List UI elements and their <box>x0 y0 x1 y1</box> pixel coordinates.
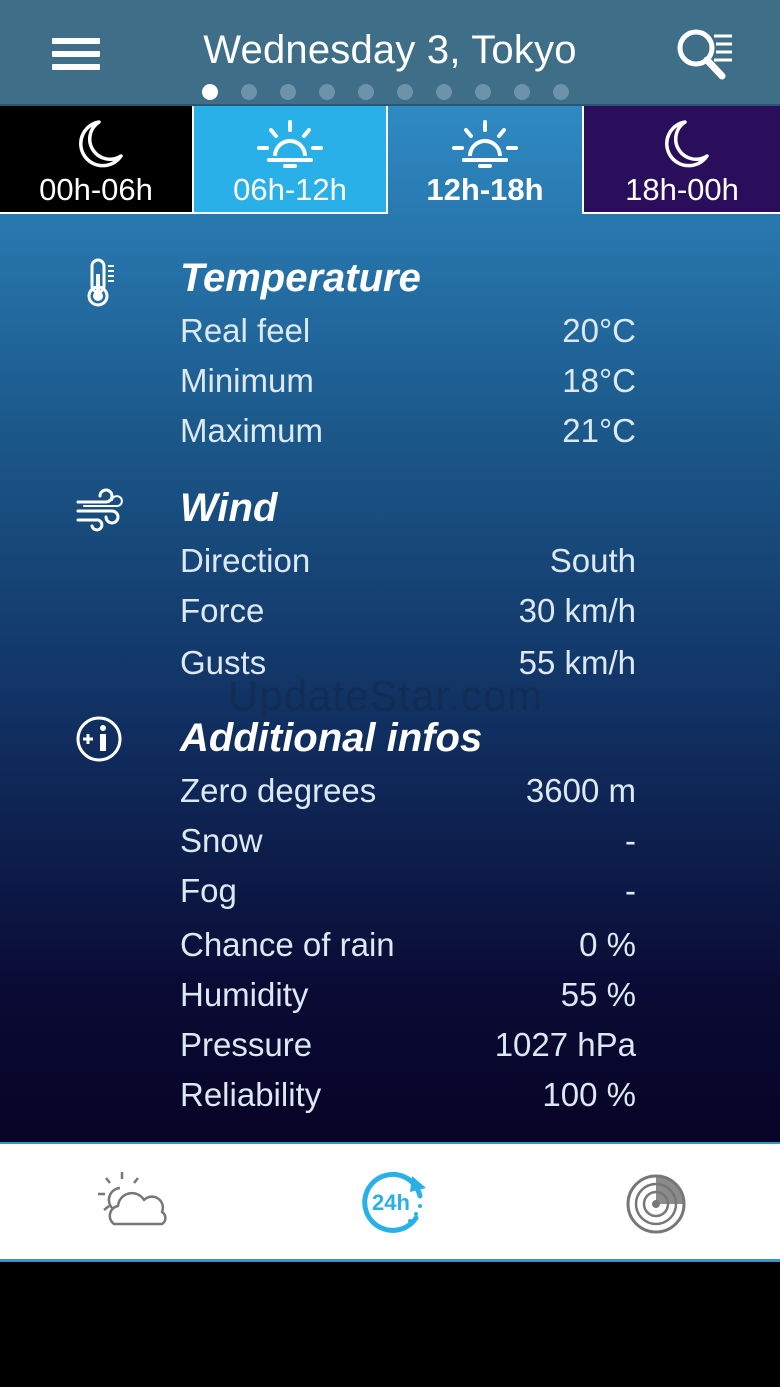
header-bar: Wednesday 3, Tokyo <box>0 0 780 106</box>
list-item: Pressure 1027 hPa <box>180 1026 636 1076</box>
page-dot[interactable] <box>358 84 374 100</box>
24h-nav-button[interactable]: 24h <box>354 1166 434 1238</box>
tab-06h-12h[interactable]: 06h-12h <box>194 106 388 214</box>
list-item: Maximum 21°C <box>180 412 636 462</box>
underline-segment <box>0 212 388 214</box>
row-value: 100 % <box>542 1076 636 1113</box>
tab-18h-00h[interactable]: 18h-00h <box>584 106 780 214</box>
menu-button[interactable] <box>52 34 104 74</box>
row-label: Fog <box>180 872 237 909</box>
row-value: - <box>625 872 636 909</box>
tabs-underline <box>0 212 780 214</box>
row-label: Chance of rain <box>180 926 395 963</box>
row-label: Direction <box>180 542 311 579</box>
page-indicator <box>0 84 780 100</box>
radar-nav-button[interactable] <box>616 1166 696 1238</box>
list-item: Chance of rain 0 % <box>180 926 636 976</box>
list-item: Force 30 km/h <box>180 592 636 642</box>
forecast-nav-button[interactable] <box>92 1166 172 1238</box>
sun-cloud-icon <box>98 1172 167 1226</box>
list-item: Snow - <box>180 822 636 872</box>
page-dot[interactable] <box>241 84 257 100</box>
time-range-tabs: 00h-06h 06h-12h 12h-18h 18h-00h <box>0 106 780 214</box>
page-dot[interactable] <box>319 84 335 100</box>
row-label: Humidity <box>180 976 309 1013</box>
page-dot[interactable] <box>475 84 491 100</box>
list-item: Fog - <box>180 872 636 922</box>
tab-label: 12h-18h <box>426 172 544 207</box>
row-value: 3600 m <box>525 772 636 809</box>
row-label: Snow <box>180 822 263 859</box>
bottom-nav: 24h <box>0 1142 780 1262</box>
row-label: Pressure <box>180 1026 313 1063</box>
list-item: Reliability 100 % <box>180 1076 636 1126</box>
row-value: 30 km/h <box>518 592 636 629</box>
list-item: Zero degrees 3600 m <box>180 772 636 822</box>
row-label: Maximum <box>180 412 324 449</box>
row-value: 18°C <box>562 362 636 399</box>
24h-icon: 24h <box>362 1171 426 1233</box>
additional-title: Additional infos <box>180 716 483 760</box>
list-item: Real feel 20°C <box>180 312 636 362</box>
row-value: 20°C <box>562 312 636 349</box>
forecast-panel: Temperature Real feel 20°C Minimum 18°C … <box>0 106 780 1142</box>
thermometer-icon <box>87 258 114 307</box>
wind-icon <box>76 488 123 532</box>
wind-title: Wind <box>180 486 278 530</box>
watermark: UpdateStar.com <box>228 672 544 719</box>
row-label: Reliability <box>180 1076 322 1113</box>
page-dot[interactable] <box>280 84 296 100</box>
underline-segment <box>584 212 780 214</box>
row-label: Real feel <box>180 312 311 349</box>
row-value: 0 % <box>579 926 636 963</box>
info-plus-icon <box>76 716 122 762</box>
search-list-icon <box>677 29 732 80</box>
hamburger-line <box>52 51 100 57</box>
temperature-title: Temperature <box>180 256 421 300</box>
row-label: Minimum <box>180 362 314 399</box>
row-label: Force <box>180 592 265 629</box>
page-dot[interactable] <box>553 84 569 100</box>
list-item: Humidity 55 % <box>180 976 636 1026</box>
tab-label: 18h-00h <box>625 172 739 207</box>
hamburger-line <box>52 64 100 70</box>
list-item: Minimum 18°C <box>180 362 636 412</box>
tab-label: 00h-06h <box>39 172 153 207</box>
page-dot[interactable] <box>202 84 218 100</box>
search-button[interactable] <box>672 26 736 84</box>
tab-label: 06h-12h <box>233 172 347 207</box>
page-dot[interactable] <box>397 84 413 100</box>
moon-icon <box>79 120 123 168</box>
row-value: 55 % <box>560 976 636 1013</box>
24h-label: 24h <box>372 1190 410 1215</box>
sun-icon <box>452 120 518 168</box>
moon-icon <box>665 120 709 168</box>
row-value: South <box>549 542 636 579</box>
radar-icon <box>626 1174 686 1234</box>
page-title: Wednesday 3, Tokyo <box>203 28 577 72</box>
tab-00h-06h[interactable]: 00h-06h <box>0 106 194 214</box>
row-value: 1027 hPa <box>494 1026 636 1063</box>
row-label: Zero degrees <box>180 772 377 809</box>
row-value: 21°C <box>562 412 636 449</box>
hamburger-menu-icon <box>52 38 100 44</box>
page-dot[interactable] <box>514 84 530 100</box>
row-value: - <box>625 822 636 859</box>
list-item: Direction South <box>180 542 636 592</box>
page-dot[interactable] <box>436 84 452 100</box>
tab-12h-18h[interactable]: 12h-18h <box>388 106 584 214</box>
sunrise-icon <box>257 120 323 168</box>
